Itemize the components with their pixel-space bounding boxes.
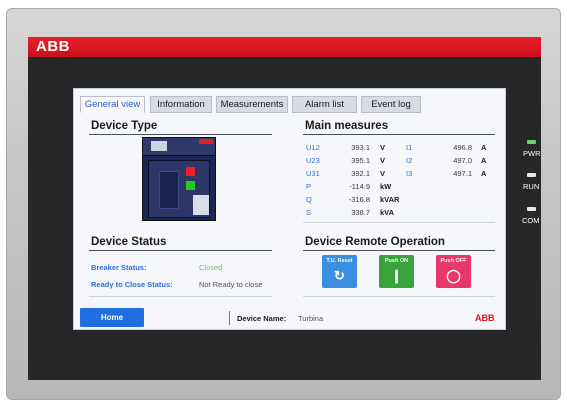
power-on-icon: ❙ (391, 268, 402, 283)
measures-divider (303, 222, 495, 223)
measure-label: U31 (306, 169, 320, 178)
measure-label: S (306, 208, 312, 217)
measure-unit: A (481, 169, 487, 178)
ready-status-value: Not Ready to close (199, 280, 263, 289)
measure-unit: V (380, 169, 386, 178)
status-divider (89, 296, 272, 297)
measure-unit: kVAR (380, 195, 400, 204)
measure-label: I2 (406, 156, 413, 165)
measure-unit: A (481, 143, 487, 152)
tab-event-log[interactable]: Event log (361, 96, 421, 113)
device-name-value: Turbina (298, 314, 324, 323)
power-off-icon: ◯ (446, 268, 461, 283)
run-label: RUN (523, 182, 540, 191)
breaker-status-value: Closed (199, 263, 223, 272)
measure-value: 393.1 (351, 143, 370, 152)
measure-value: 496.8 (453, 143, 472, 152)
pwr-led (527, 140, 536, 144)
measure-value: -316.8 (348, 195, 370, 204)
com-led (527, 207, 536, 211)
device-name-label: Device Name: (237, 314, 287, 323)
tu-reset-label: T.U. Reset (326, 258, 353, 264)
tab-measurements[interactable]: Measurements (216, 96, 288, 113)
breaker-status-label: Breaker Status: (91, 263, 147, 272)
measure-label: I3 (406, 169, 413, 178)
abb-logo: ABB (36, 38, 70, 55)
measure-unit: kW (380, 182, 392, 191)
measure-value: -114.9 (349, 182, 370, 191)
reset-icon: ↻ (334, 268, 345, 283)
measure-label: I1 (406, 143, 413, 152)
breaker-device-image (142, 137, 216, 221)
hmi-screen: General view Information Measurements Al… (73, 88, 506, 330)
remote-operation-rule (303, 250, 495, 251)
run-led (527, 173, 536, 177)
tab-information[interactable]: Information (150, 96, 212, 113)
footer-separator (229, 311, 230, 325)
measure-unit: V (380, 156, 386, 165)
measure-value: 497.0 (453, 156, 472, 165)
measure-unit: A (481, 156, 487, 165)
measure-unit: V (380, 143, 386, 152)
main-measures-title: Main measures (305, 120, 389, 132)
ready-status-label: Ready to Close Status: (91, 280, 173, 289)
push-off-button[interactable]: Push OFF ◯ (436, 255, 471, 288)
pwr-label: PWR (523, 149, 541, 158)
measure-label: U23 (306, 156, 320, 165)
measure-value: 395.1 (351, 156, 370, 165)
measure-label: P (306, 182, 312, 191)
brand-header-bar: ABB (28, 37, 541, 57)
home-button[interactable]: Home (80, 308, 144, 327)
device-status-rule (89, 250, 272, 251)
push-on-label: Push ON (384, 258, 409, 264)
measure-label: U12 (306, 143, 320, 152)
tab-alarm-list[interactable]: Alarm list (292, 96, 357, 113)
measure-value: 392.1 (351, 169, 370, 178)
tab-general-view[interactable]: General view (80, 96, 145, 113)
operation-divider (303, 296, 495, 297)
device-type-rule (89, 134, 272, 135)
com-label: COM (522, 216, 540, 225)
remote-operation-title: Device Remote Operation (305, 236, 445, 248)
device-status-title: Device Status (91, 236, 167, 248)
measure-value: 338.7 (351, 208, 370, 217)
push-on-button[interactable]: Push ON ❙ (379, 255, 414, 288)
footer-abb-logo: ABB (475, 313, 495, 323)
measure-value: 497.1 (453, 169, 472, 178)
measure-label: Q (306, 195, 312, 204)
measure-unit: kVA (380, 208, 395, 217)
push-off-label: Push OFF (440, 258, 467, 264)
device-type-title: Device Type (91, 120, 158, 132)
main-measures-rule (303, 134, 495, 135)
tu-reset-button[interactable]: T.U. Reset ↻ (322, 255, 357, 288)
